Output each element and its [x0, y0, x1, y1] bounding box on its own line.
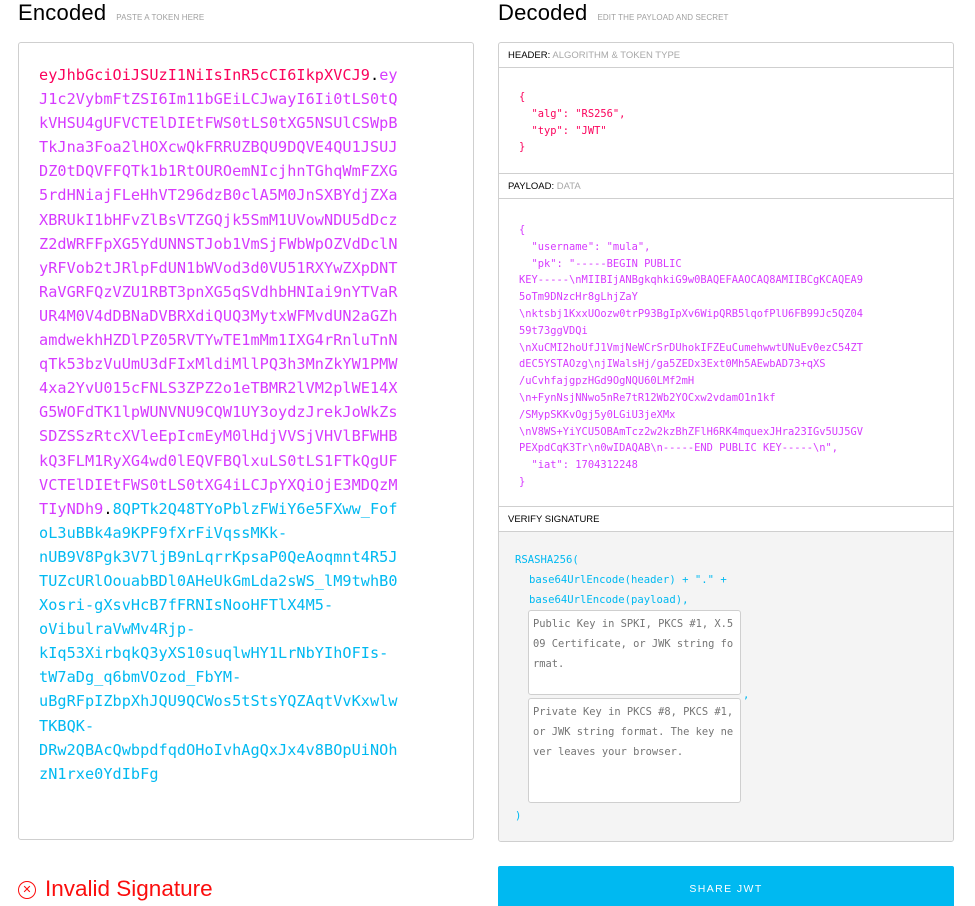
- encoded-token-line: uBgRFpIZbpXhJQU9QCWos5tStsYQZAqtVvKxwlw: [39, 689, 419, 713]
- encoded-token-line: kQ3FLM1RyXG4wd0lEQVFBQlxuLS0tLS1FTkQgUF: [39, 449, 419, 473]
- private-key-input[interactable]: [528, 698, 741, 803]
- token-signature-segment: 8QPTk2Q48TYoPblzFWiY6e5FXww_Fof: [112, 499, 398, 518]
- token-payload-segment: kQ3FLM1RyXG4wd0lEQVFBQlxuLS0tLS1FTkQgUF: [39, 451, 398, 470]
- encoded-token-line: XBRUkI1bHFvZlBsVTZGQjk5SmM1UVowNDU5dDcz: [39, 208, 419, 232]
- header-section-heading: HEADER: ALGORITHM & TOKEN TYPE: [499, 43, 953, 68]
- public-key-comma: ,: [743, 689, 750, 701]
- encoded-token-line: oVibulraVwMv4Rjp-: [39, 617, 419, 641]
- token-payload-segment: Z2dWRFFpXG5YdUNNSTJob1VmSjFWbWpOZVdDclN: [39, 234, 398, 253]
- encoded-token-line: TkJna3Foa2lHOXcwQkFRRUZBQU9DQVE4QU1JSUJ: [39, 135, 419, 159]
- header-label: HEADER:: [508, 50, 551, 61]
- encoded-token-line: oL3uBBk4a9KPF9fXrFiVqssMKk-: [39, 521, 419, 545]
- encoded-heading: Encoded PASTE A TOKEN HERE: [18, 0, 204, 26]
- token-signature-segment: TKBQK-: [39, 716, 95, 735]
- verify-line-payload: base64UrlEncode(payload),: [529, 594, 689, 606]
- encoded-token-line: DRw2QBAcQwbpdfqdOHoIvhAgQxJx4v8BOpUiNOh: [39, 738, 419, 762]
- token-signature-segment: Xosri-gXsvHcB7fFRNIsNooHFTlX4M5-: [39, 596, 334, 615]
- token-payload-segment: amdwekhHZDlPZ05RVTYwTE1mMm1IXG4rRnluTnN: [39, 331, 398, 350]
- encoded-token-line: kVHSU4gUFVCTElDIEtFWS0tLS0tXG5NSUlCSWpB: [39, 111, 419, 135]
- encoded-token-line: UR4M0V4dDBNaDVBRXdiQUQ3MytxWFMvdUN2aGZh: [39, 304, 419, 328]
- token-signature-segment: TUZcURlOouabBDl0AHeUkGmLda2sWS_lM9twhB0: [39, 571, 398, 590]
- token-payload-segment: qTk53bzVuUmU3dFIxMldiMllPQ3h3MnZkYW1PMW: [39, 355, 398, 374]
- token-signature-segment: oVibulraVwMv4Rjp-: [39, 620, 196, 639]
- encoded-token-line: Xosri-gXsvHcB7fFRNIsNooHFTlX4M5-: [39, 593, 419, 617]
- share-jwt-button[interactable]: SHARE JWT: [498, 866, 954, 906]
- header-json-editor[interactable]: { "alg": "RS256", "typ": "JWT" }: [499, 68, 953, 174]
- token-payload-segment: RaVGRFQzVZU1RBT3pnXG5qSVdhbHNIai9nYTVaR: [39, 282, 398, 301]
- signature-status-text: Invalid Signature: [45, 876, 213, 901]
- token-payload-segment: 4xa2YvU015cFNLS3ZPZ2o1eTBMR2lVM2plWE14X: [39, 379, 398, 398]
- encoded-token-line: G5WOFdTK1lpWUNVNU9CQW1UY3oydzJrekJoWkZs: [39, 400, 419, 424]
- encoded-token-line: TUZcURlOouabBDl0AHeUkGmLda2sWS_lM9twhB0: [39, 569, 419, 593]
- header-sublabel: ALGORITHM & TOKEN TYPE: [552, 50, 681, 61]
- token-signature-segment: tW7aDg_q6bmVOzod_FbYM-: [39, 668, 242, 687]
- encoded-token-line: nUB9V8Pgk3V7ljB9nLqrrKpsaP0QeAoqmnt4R5J: [39, 545, 419, 569]
- token-payload-segment: TIyNDh9: [39, 499, 104, 518]
- decoded-title: Decoded: [498, 0, 588, 25]
- token-payload-segment: SDZSSzRtcXVleEpIcmEyM0lHdjVVSjVHVlBFWHB: [39, 427, 398, 446]
- token-payload-segment: J1c2VybmFtZSI6Im11bGEiLCJwayI6Ii0tLS0tQ: [39, 90, 398, 109]
- encoded-token-editor[interactable]: eyJhbGciOiJSUzI1NiIsInR5cCI6IkpXVCJ9.ey J…: [18, 42, 474, 840]
- encoded-token-line: zN1rxe0YdIbFg: [39, 762, 419, 786]
- token-payload-segment: TkJna3Foa2lHOXcwQkFRRUZBQU9DQVE4QU1JSUJ: [39, 138, 398, 157]
- verify-code: RSASHA256( base64UrlEncode(header) + "."…: [515, 550, 741, 826]
- token-signature-segment: zN1rxe0YdIbFg: [39, 764, 159, 783]
- verify-label: VERIFY SIGNATURE: [508, 514, 600, 525]
- encoded-token-line: eyJhbGciOiJSUzI1NiIsInR5cCI6IkpXVCJ9.ey: [39, 63, 419, 87]
- payload-label: PAYLOAD:: [508, 181, 555, 192]
- payload-sublabel: DATA: [556, 181, 581, 192]
- token-payload-segment: G5WOFdTK1lpWUNVNU9CQW1UY3oydzJrekJoWkZs: [39, 403, 398, 422]
- verify-func-close: ): [515, 810, 522, 822]
- signature-status: ✕ Invalid Signature: [18, 876, 213, 902]
- encoded-token-line: TIyNDh9.8QPTk2Q48TYoPblzFWiY6e5FXww_Fof: [39, 497, 419, 521]
- token-payload-segment: VCTElDIEtFWS0tLS0tXG4iLCJpYXQiOjE3MDQzM: [39, 475, 398, 494]
- decoded-panel: HEADER: ALGORITHM & TOKEN TYPE { "alg": …: [498, 42, 954, 842]
- encoded-token-line: amdwekhHZDlPZ05RVTYwTE1mMm1IXG4rRnluTnN: [39, 328, 419, 352]
- token-separator-dot: .: [369, 66, 380, 84]
- token-signature-segment: DRw2QBAcQwbpdfqdOHoIvhAgQxJx4v8BOpUiNOh: [39, 740, 398, 759]
- public-key-input[interactable]: [528, 610, 741, 695]
- token-payload-segment: yRFVob2tJRlpFdUN1bWVod3d0VU51RXYwZXpDNT: [39, 258, 398, 277]
- token-separator-dot: .: [103, 499, 113, 518]
- encoded-token-line: SDZSSzRtcXVleEpIcmEyM0lHdjVVSjVHVlBFWHB: [39, 424, 419, 448]
- token-signature-segment: uBgRFpIZbpXhJQU9QCWos5tStsYQZAqtVvKxwlw: [39, 692, 398, 711]
- encoded-token-line: kIq53XirbqkQ3yXS10suqlwHY1LrNbYIhOFIs-: [39, 641, 419, 665]
- decoded-subtitle: EDIT THE PAYLOAD AND SECRET: [597, 13, 729, 22]
- token-payload-segment: DZ0tDQVFFQTk1b1RtOUROemNIcjhnTGhqWmFZXG: [39, 162, 398, 181]
- payload-json-text[interactable]: { "username": "mula", "pk": "-----BEGIN …: [519, 222, 863, 491]
- token-payload-segment: UR4M0V4dDBNaDVBRXdiQUQ3MytxWFMvdUN2aGZh: [39, 306, 398, 325]
- encoded-token-line: 4xa2YvU015cFNLS3ZPZ2o1eTBMR2lVM2plWE14X: [39, 376, 419, 400]
- token-payload-segment: 5rdHNiajFLeHhVT296dzB0clA5M0JnSXBYdjZXa: [39, 186, 398, 205]
- token-header-segment: eyJhbGciOiJSUzI1NiIsInR5cCI6IkpXVCJ9: [39, 66, 370, 84]
- encoded-token-line: Z2dWRFFpXG5YdUNNSTJob1VmSjFWbWpOZVdDclN: [39, 232, 419, 256]
- encoded-token-line: J1c2VybmFtZSI6Im11bGEiLCJwayI6Ii0tLS0tQ: [39, 87, 419, 111]
- encoded-token-line: VCTElDIEtFWS0tLS0tXG4iLCJpYXQiOjE3MDQzM: [39, 473, 419, 497]
- token-signature-segment: nUB9V8Pgk3V7ljB9nLqrrKpsaP0QeAoqmnt4R5J: [39, 547, 398, 566]
- token-signature-segment: kIq53XirbqkQ3yXS10suqlwHY1LrNbYIhOFIs-: [39, 644, 389, 663]
- encoded-token-line: qTk53bzVuUmU3dFIxMldiMllPQ3h3MnZkYW1PMW: [39, 352, 419, 376]
- header-json-text[interactable]: { "alg": "RS256", "typ": "JWT" }: [519, 89, 625, 156]
- encoded-subtitle: PASTE A TOKEN HERE: [116, 13, 205, 22]
- encoded-title: Encoded: [18, 0, 107, 25]
- encoded-token-line: tW7aDg_q6bmVOzod_FbYM-: [39, 665, 419, 689]
- verify-func-open: RSASHA256(: [515, 554, 579, 566]
- payload-section-heading: PAYLOAD: DATA: [499, 174, 953, 199]
- token-payload-segment: kVHSU4gUFVCTElDIEtFWS0tLS0tXG5NSUlCSWpB: [39, 114, 398, 133]
- decoded-heading: Decoded EDIT THE PAYLOAD AND SECRET: [498, 0, 729, 26]
- circle-x-icon: ✕: [18, 881, 36, 899]
- encoded-token-line: 5rdHNiajFLeHhVT296dzB0clA5M0JnSXBYdjZXa: [39, 183, 419, 207]
- encoded-token-line: DZ0tDQVFFQTk1b1RtOUROemNIcjhnTGhqWmFZXG: [39, 159, 419, 183]
- verify-signature-section: RSASHA256( base64UrlEncode(header) + "."…: [499, 532, 953, 841]
- encoded-token-line: RaVGRFQzVZU1RBT3pnXG5qSVdhbHNIai9nYTVaR: [39, 280, 419, 304]
- token-payload-segment: XBRUkI1bHFvZlBsVTZGQjk5SmM1UVowNDU5dDcz: [39, 210, 398, 229]
- encoded-token-text[interactable]: eyJhbGciOiJSUzI1NiIsInR5cCI6IkpXVCJ9.ey J…: [39, 63, 419, 786]
- token-payload-segment: ey: [379, 66, 398, 84]
- token-signature-segment: oL3uBBk4a9KPF9fXrFiVqssMKk-: [39, 523, 288, 542]
- verify-section-heading: VERIFY SIGNATURE: [499, 507, 953, 532]
- encoded-token-line: TKBQK-: [39, 714, 419, 738]
- verify-line-header: base64UrlEncode(header) + "." +: [529, 574, 727, 586]
- payload-json-editor[interactable]: { "username": "mula", "pk": "-----BEGIN …: [499, 199, 953, 507]
- encoded-token-line: yRFVob2tJRlpFdUN1bWVod3d0VU51RXYwZXpDNT: [39, 256, 419, 280]
